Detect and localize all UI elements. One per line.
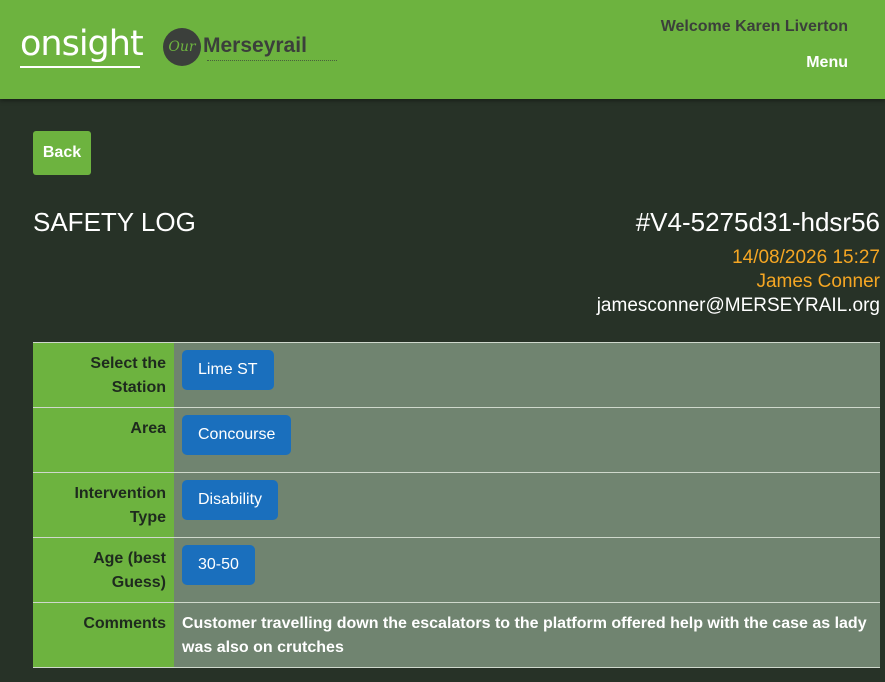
field-label-comments: Comments (33, 603, 174, 667)
log-author-name: James Conner (756, 271, 880, 292)
merseyrail-logo-mark: Our (163, 28, 201, 66)
field-label-station: Select the Station (33, 343, 174, 407)
merseyrail-logo-text: Merseyrail (203, 34, 307, 57)
field-value-area-cell: Concourse (174, 408, 880, 472)
field-value-station-cell: Lime ST (174, 343, 880, 407)
age-chip[interactable]: 30-50 (182, 545, 255, 585)
menu-button[interactable]: Menu (806, 54, 848, 72)
comments-text: Customer travelling down the escalators … (182, 615, 867, 656)
merseyrail-logo-tagline (207, 60, 337, 63)
field-label-intervention-type: Intervention Type (33, 473, 174, 537)
station-chip[interactable]: Lime ST (182, 350, 274, 390)
onsight-logo-underline (20, 66, 140, 68)
welcome-message: Welcome Karen Liverton (660, 18, 848, 35)
field-row-station: Select the Station Lime ST (33, 343, 880, 408)
back-button[interactable]: Back (33, 131, 91, 175)
page-title: SAFETY LOG (33, 207, 196, 237)
field-row-intervention-type: Intervention Type Disability (33, 473, 880, 538)
area-chip[interactable]: Concourse (182, 415, 292, 455)
log-datetime: 14/08/2026 15:27 (732, 247, 880, 268)
field-row-age: Age (best Guess) 30-50 (33, 538, 880, 603)
field-row-comments: Comments Customer travelling down the es… (33, 603, 880, 668)
log-id: #V4-5275d31-hdsr56 (635, 207, 880, 237)
app-header: onsight Our Merseyrail Welcome Karen Liv… (0, 0, 885, 99)
field-value-intervention-cell: Disability (174, 473, 880, 537)
onsight-logo[interactable]: onsight (20, 24, 144, 64)
intervention-type-chip[interactable]: Disability (182, 480, 279, 520)
log-details-table: Select the Station Lime ST Area Concours… (33, 342, 880, 668)
log-author-email: jamesconner@MERSEYRAIL.org (596, 295, 880, 316)
field-row-area: Area Concourse (33, 408, 880, 473)
field-label-age: Age (best Guess) (33, 538, 174, 602)
field-value-comments-cell: Customer travelling down the escalators … (174, 603, 880, 667)
field-value-age-cell: 30-50 (174, 538, 880, 602)
field-label-area: Area (33, 408, 174, 472)
merseyrail-logo: Our Merseyrail (163, 28, 343, 70)
